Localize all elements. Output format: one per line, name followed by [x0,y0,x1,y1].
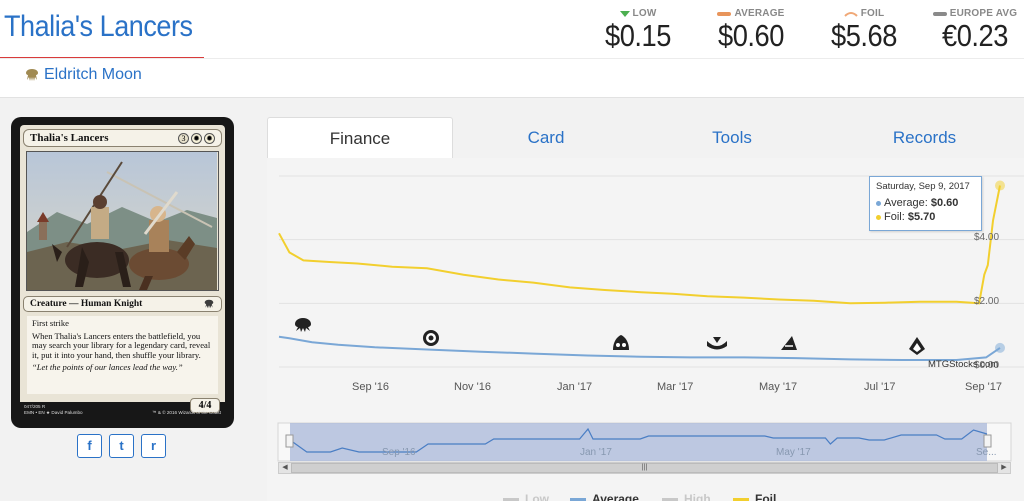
y-tick-label: $4.00 [974,232,1000,243]
legend-swatch [662,497,678,501]
price-europe-value: €0.23 [941,18,1009,53]
price-chart[interactable]: $4.00 $2.00 $0.00 Sep '16 Nov '16 Jan '1… [267,158,1024,501]
x-tick-label: Nov '16 [454,381,491,393]
x-tick-label: Jul '17 [864,381,896,393]
price-average: AVERAGE $0.60 [705,8,797,53]
mana-white-icon: ✹ [204,132,215,144]
legend-label: Low [525,492,549,501]
knights-artwork [27,152,217,290]
tooltip-foil-label: Foil: [884,211,905,223]
xln-set-icon[interactable] [909,337,925,355]
akh-set-icon[interactable] [707,337,727,350]
tab-tools[interactable]: Tools [639,117,825,158]
reddit-share-button[interactable]: r [141,434,166,458]
card-rules-text: First strike When Thalia's Lancers enter… [27,316,218,394]
tab-bar: Finance Card Tools Records [267,117,1024,158]
chart-tooltip: Saturday, Sep 9, 2017 Average: $0.60 Foi… [869,176,982,231]
mana-generic-icon: 3 [178,132,189,144]
header: Thalia's Lancers Eldritch Moon LOW $0.15… [0,0,1024,98]
navigator-handle-left[interactable] [285,434,294,448]
rules-line-1: First strike [32,318,70,328]
legend-item-average[interactable]: Average [570,492,639,501]
price-average-value: $0.60 [717,18,785,53]
price-low: LOW $0.15 [600,8,676,53]
card-copyright: ™ & © 2016 Wizards of the Coast [151,410,221,415]
price-low-value: $0.15 [604,18,672,53]
scroll-right-icon[interactable]: ▶ [998,463,1010,473]
europe-dash-icon [932,11,947,16]
navigator-label: Sep '16 [382,447,416,458]
card-type-bar: Creature — Human Knight [23,296,222,312]
x-tick-label: Sep '16 [352,381,389,393]
rules-line-2: When Thalia's Lancers enters the battlef… [32,330,211,360]
twitter-share-button[interactable]: t [109,434,134,458]
mana-white-icon: ✹ [191,132,202,144]
card-image: Thalia's Lancers 3 ✹ ✹ Creature — Human … [11,117,234,428]
price-foil: FOIL $5.68 [820,8,908,53]
eldritch-moon-set-icon [26,69,38,81]
chart-credit[interactable]: MTGStocks.com [928,359,998,370]
x-tick-label: Mar '17 [657,381,694,393]
card-name-bar: Thalia's Lancers 3 ✹ ✹ [23,129,222,147]
legend-swatch [570,497,586,501]
price-europe: EUROPE AVG €0.23 [930,8,1020,53]
collector-number: 047/205 R [24,404,46,409]
down-arrow-icon [619,10,630,17]
x-tick-label: Jan '17 [557,381,593,393]
tooltip-average-label: Average: [884,197,928,209]
emn-set-icon[interactable] [295,318,311,332]
legend-item-foil[interactable]: Foil [733,492,776,501]
legend-item-low[interactable]: Low [503,492,549,501]
price-foil-value: $5.68 [830,18,898,53]
set-name[interactable]: Eldritch Moon [44,66,142,84]
twitter-icon: t [119,438,124,453]
aer-set-icon[interactable] [613,335,629,350]
legend-item-high[interactable]: High [662,492,711,501]
hover-point-foil[interactable] [995,180,1005,191]
navigator-label: Se... [976,447,997,458]
card-name-text: Thalia's Lancers [30,132,109,144]
average-dot-icon [876,200,881,206]
set-link[interactable]: Eldritch Moon [24,66,142,84]
series-line-average [278,335,1001,361]
average-dash-icon [717,11,732,16]
legend-swatch [733,497,749,501]
tab-records[interactable]: Records [825,117,1024,158]
reddit-icon: r [150,438,157,453]
mana-cost: 3 ✹ ✹ [178,132,215,144]
card-title: Thalia's Lancers [4,10,193,43]
header-separator [0,58,1024,59]
legend-label: Foil [755,492,777,501]
x-tick-label: Sep '17 [965,381,1002,393]
foil-trend-icon [843,11,858,17]
card-footer: 047/205 R EMN • EN ★ David Palumbo ™ & © … [24,404,221,416]
card-artwork [26,151,219,291]
legend-label: Average [592,492,639,501]
set-symbol-icon [204,299,214,309]
flavor-text: “Let the points of our lances lead the w… [32,362,183,373]
navigator-handle-right[interactable] [983,434,992,448]
hou-set-icon[interactable] [781,336,797,350]
scroll-left-icon[interactable]: ◀ [279,463,291,473]
legend-label: High [684,492,711,501]
tooltip-foil-value: $5.70 [907,211,936,223]
scrollbar-thumb[interactable]: ||| [291,463,998,473]
tab-finance[interactable]: Finance [267,117,453,158]
tab-card[interactable]: Card [453,117,639,158]
facebook-icon: f [87,438,92,453]
tooltip-date: Saturday, Sep 9, 2017 [876,181,970,192]
navigator-label: Jan '17 [580,447,612,458]
y-tick-label: $2.00 [974,296,1000,307]
hover-point-average[interactable] [995,342,1005,353]
facebook-share-button[interactable]: f [77,434,102,458]
kld-set-icon[interactable] [423,330,439,346]
legend-swatch [503,497,519,501]
tooltip-average-value: $0.60 [930,197,959,209]
card-type-line: Creature — Human Knight [30,299,143,309]
chart-scrollbar[interactable]: ◀ ||| ▶ [278,462,1011,474]
navigator-label: May '17 [776,447,811,458]
x-tick-label: May '17 [759,381,798,393]
card-set-line: EMN • EN ★ David Palumbo [24,410,83,415]
foil-dot-icon [876,214,881,220]
